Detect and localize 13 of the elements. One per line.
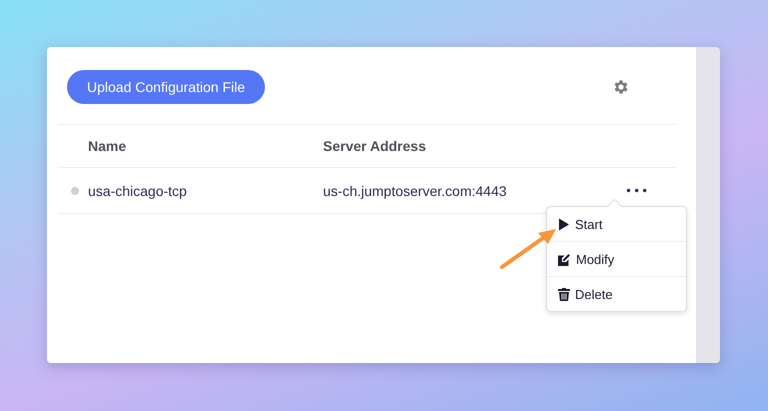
table-cell-text: usa-chicago-tcp <box>88 182 188 198</box>
menu-item[interactable]: Start <box>547 207 686 241</box>
more-button[interactable]: ••• <box>625 184 650 198</box>
settings-icon[interactable] <box>612 78 630 96</box>
menu-item[interactable]: Modify <box>547 241 686 276</box>
menu-item[interactable]: Delete <box>547 276 686 311</box>
play-icon <box>558 218 570 230</box>
table-cell-text: us-ch.jumptoserver.com:4443 <box>323 182 508 198</box>
trash-icon <box>558 288 570 300</box>
edit-icon <box>558 252 571 266</box>
column-header: Server Address <box>323 138 427 154</box>
upload-button[interactable]: Upload Configuration File <box>67 70 265 104</box>
column-header: Name <box>88 138 128 154</box>
